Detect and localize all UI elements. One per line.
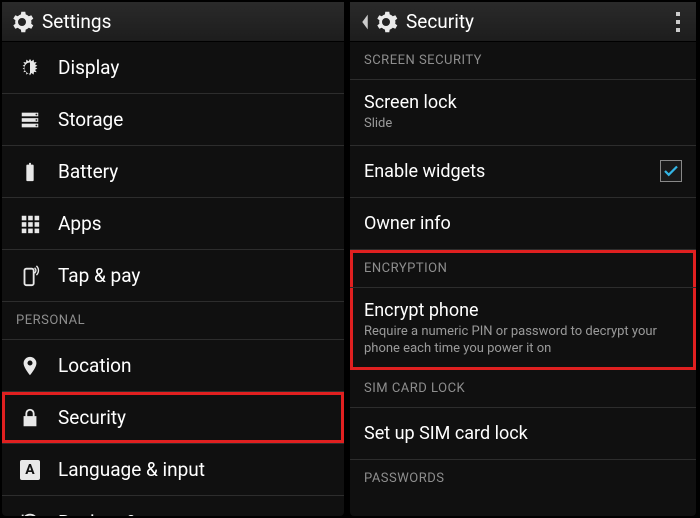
settings-item-label: Location [58, 354, 132, 377]
section-passwords: PASSWORDS [350, 460, 696, 498]
backup-icon [16, 511, 44, 516]
section-personal: PERSONAL [2, 302, 344, 340]
settings-item-location[interactable]: Location [2, 340, 344, 392]
settings-item-backup[interactable]: Backup & reset [2, 496, 344, 516]
display-icon [16, 57, 44, 79]
settings-item-label: Security [58, 406, 126, 429]
settings-list: Display Storage Battery Apps Tap & pay [2, 42, 344, 516]
settings-item-apps[interactable]: Apps [2, 198, 344, 250]
settings-item-label: Display [58, 56, 119, 79]
location-icon [16, 355, 44, 377]
settings-item-label: Battery [58, 160, 118, 183]
pref-enable-widgets[interactable]: Enable widgets [350, 146, 696, 198]
gear-icon [10, 10, 34, 34]
settings-item-storage[interactable]: Storage [2, 94, 344, 146]
pref-owner-info[interactable]: Owner info [350, 198, 696, 250]
section-screen-security: SCREEN SECURITY [350, 42, 696, 80]
language-icon: A [16, 460, 44, 480]
overflow-icon[interactable] [668, 8, 688, 36]
settings-item-label: Tap & pay [58, 264, 140, 287]
pref-encrypt-phone[interactable]: Encrypt phone Require a numeric PIN or p… [350, 288, 696, 370]
lock-icon [16, 407, 44, 429]
pref-title: Owner info [364, 213, 682, 234]
settings-item-language[interactable]: A Language & input [2, 444, 344, 496]
encryption-group-highlight: ENCRYPTION Encrypt phone Require a numer… [350, 250, 696, 370]
section-encryption: ENCRYPTION [350, 250, 696, 288]
settings-title: Settings [42, 10, 111, 33]
battery-icon [16, 161, 44, 183]
pref-title: Set up SIM card lock [364, 423, 682, 444]
security-title: Security [406, 10, 474, 33]
settings-header: Settings [2, 2, 344, 42]
apps-icon [16, 213, 44, 235]
gear-icon[interactable] [374, 10, 398, 34]
settings-item-battery[interactable]: Battery [2, 146, 344, 198]
settings-item-label: Apps [58, 212, 102, 235]
settings-pane: Settings Display Storage Battery Apps [2, 2, 344, 516]
pref-sim-lock[interactable]: Set up SIM card lock [350, 408, 696, 460]
pref-sub: Require a numeric PIN or password to dec… [364, 323, 682, 358]
tap-pay-icon [16, 265, 44, 287]
settings-item-label: Backup & reset [58, 511, 185, 517]
pref-screen-lock[interactable]: Screen lock Slide [350, 80, 696, 146]
settings-item-label: Language & input [58, 458, 205, 481]
security-list: SCREEN SECURITY Screen lock Slide Enable… [350, 42, 696, 516]
pref-sub: Slide [364, 115, 682, 133]
security-header: Security [350, 2, 696, 42]
security-pane: Security SCREEN SECURITY Screen lock Sli… [350, 2, 696, 516]
settings-item-tap-pay[interactable]: Tap & pay [2, 250, 344, 302]
settings-item-security[interactable]: Security [2, 392, 344, 444]
pref-title: Enable widgets [364, 161, 660, 182]
settings-item-label: Storage [58, 108, 123, 131]
section-sim-lock: SIM CARD LOCK [350, 370, 696, 408]
settings-item-display[interactable]: Display [2, 42, 344, 94]
pref-title: Screen lock [364, 92, 682, 113]
back-icon[interactable] [358, 11, 374, 33]
pref-title: Encrypt phone [364, 300, 682, 321]
checkbox-checked[interactable] [660, 160, 682, 182]
storage-icon [16, 109, 44, 131]
